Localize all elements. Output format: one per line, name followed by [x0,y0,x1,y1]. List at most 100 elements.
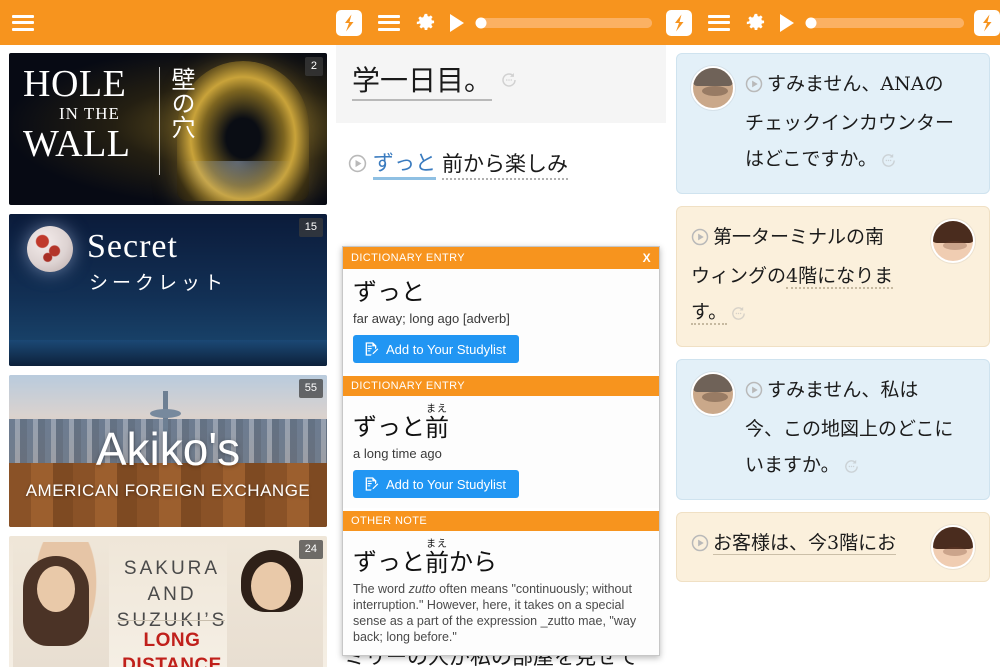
portrait-left [13,542,109,667]
progress-slider[interactable] [476,18,652,28]
play-circle-icon[interactable] [348,154,367,173]
add-to-studylist-button[interactable]: Add to Your Studylist [353,335,519,363]
ruby-annotation: まえ前 [425,539,449,577]
dictionary-term: ずっと [353,277,649,307]
replay-icon[interactable] [843,451,860,487]
lesson-card[interactable]: Akiko's AMERICAN FOREIGN EXCHANGE 55 [9,375,327,527]
dictionary-definition: far away; long ago [adverb] [353,311,649,326]
top-toolbar [0,0,1000,45]
term-prefix: ずっと [353,413,425,441]
chat-line: 今、この地図上のどこに [745,418,953,440]
chat-line: はどこですか。 [745,148,877,170]
hamburger-icon[interactable] [708,15,730,31]
term-prefix: ずっと [353,548,425,576]
card-title-line: WALL [23,125,131,163]
lesson-card[interactable]: Secret シークレット 15 [9,214,327,366]
play-circle-icon[interactable] [745,69,763,105]
chat-bubble[interactable]: 第一ターミナルの南 ウィングの4階になりま す。 [676,206,990,347]
app-logo-icon[interactable] [666,10,692,36]
term-suffix: から [449,548,497,576]
card-artwork-water [9,340,327,366]
card-subtitle-en: AMERICAN FOREIGN EXCHANGE [9,481,327,501]
dictionary-entry-body: ずっと far away; long ago [adverb] Add to Y… [343,269,659,373]
play-circle-icon[interactable] [691,528,709,564]
slider-thumb[interactable] [806,17,817,28]
hamburger-icon[interactable] [378,15,400,31]
lesson-sentence-row: ずっと前から楽しみ [336,123,666,180]
chat-line: 4階になりま [786,265,893,289]
card-title-line: HOLE [23,65,131,103]
card-badge: 24 [299,540,323,559]
chat-bubble[interactable]: お客様は、今3階にお [676,512,990,582]
other-note-text: The word zutto often means "continuously… [353,581,649,645]
sentence-highlighted-word[interactable]: ずっと [373,147,436,180]
chat-bubble[interactable]: すみません、私は 今、この地図上のどこに いますか。 [676,359,990,500]
gear-icon[interactable] [746,13,766,33]
chat-line: ウィングの [691,265,786,287]
app-logo-icon[interactable] [974,10,1000,36]
chat-line: すみません、私は [767,379,918,401]
chat-text: すみません、私は 今、この地図上のどこに いますか。 [745,372,975,487]
replay-icon[interactable] [500,71,518,89]
play-icon[interactable] [450,14,464,32]
card-title-line: SAKURA AND [113,556,231,608]
avatar [931,219,975,263]
sentence-rest[interactable]: 前から楽しみ [442,148,568,180]
chat-line: 第一ターミナルの南 [713,226,884,248]
chat-bubble[interactable]: すみません、ANAの チェックインカウンター はどこですか。 [676,53,990,194]
note-romaji: zutto [409,582,436,596]
chat-line: いますか。 [745,454,840,476]
play-icon[interactable] [780,14,794,32]
kanji: 前 [425,550,449,577]
chat-line: チェックインカウンター [745,112,954,134]
dictionary-term: ずっとまえ前 [353,404,649,442]
card-artwork-floor [183,161,293,205]
play-circle-icon[interactable] [745,375,763,411]
add-to-studylist-button[interactable]: Add to Your Studylist [353,470,519,498]
avatar [931,525,975,569]
dialogue-panel[interactable]: すみません、ANAの チェックインカウンター はどこですか。 第一ターミナルの南… [666,45,1000,667]
play-circle-icon[interactable] [691,222,709,258]
studylist-button-label: Add to Your Studylist [386,477,506,492]
dictionary-entry-header: DICTIONARY ENTRY X [343,247,659,269]
heading-sentence-row: 学一日目。 [352,59,650,101]
dictionary-entry-header: DICTIONARY ENTRY [343,376,659,396]
gear-icon[interactable] [416,13,436,33]
lesson-card[interactable]: SAKURA AND SUZUKI’S LONG DISTANCE RELATI… [9,536,327,667]
heading-sentence[interactable]: 学一日目。 [352,59,492,101]
card-title-en: Secret [87,228,178,266]
avatar [691,372,735,416]
card-badge: 55 [299,379,323,398]
studylist-icon [363,476,379,492]
toolbar-segment-middle [336,0,666,45]
lesson-card[interactable]: HOLE IN THE WALL 壁の穴 2 [9,53,327,205]
dictionary-entry-body: ずっとまえ前 a long time ago Add to Your Study… [343,396,659,508]
progress-slider[interactable] [806,18,964,28]
app-logo-icon[interactable] [336,10,362,36]
card-title-line: IN THE [23,103,131,125]
slider-thumb[interactable] [476,17,487,28]
other-note-term: ずっとまえ前から [353,539,649,577]
close-icon[interactable]: X [643,251,651,265]
hamburger-icon[interactable] [12,15,34,31]
other-note-header: OTHER NOTE [343,511,659,531]
note-part-1: The word [353,582,409,596]
lesson-card-list[interactable]: HOLE IN THE WALL 壁の穴 2 Secret シークレット 15 … [0,45,336,667]
card-badge: 2 [305,57,323,76]
chat-text: 第一ターミナルの南 ウィングの4階になりま す。 [691,219,921,334]
replay-icon[interactable] [880,145,897,181]
chat-line: すみません、ANAの [767,73,944,95]
chat-text: すみません、ANAの チェックインカウンター はどこですか。 [745,66,975,181]
card-title-en: Akiko's [9,423,327,475]
dictionary-popup[interactable]: DICTIONARY ENTRY X ずっと far away; long ag… [342,246,660,656]
replay-icon[interactable] [730,298,747,334]
card-title-ja: シークレット [89,268,227,295]
toolbar-segment-left [0,0,336,45]
kanji: 前 [425,415,449,442]
card-title-ja: 壁の穴 [159,67,196,175]
card-title-en: SAKURA AND SUZUKI’S [113,556,231,634]
dictionary-entry-label: DICTIONARY ENTRY [351,380,465,392]
studylist-button-label: Add to Your Studylist [386,342,506,357]
card-title-en: HOLE IN THE WALL [23,65,131,163]
chat-line: お客様は、今3階にお [713,532,896,555]
